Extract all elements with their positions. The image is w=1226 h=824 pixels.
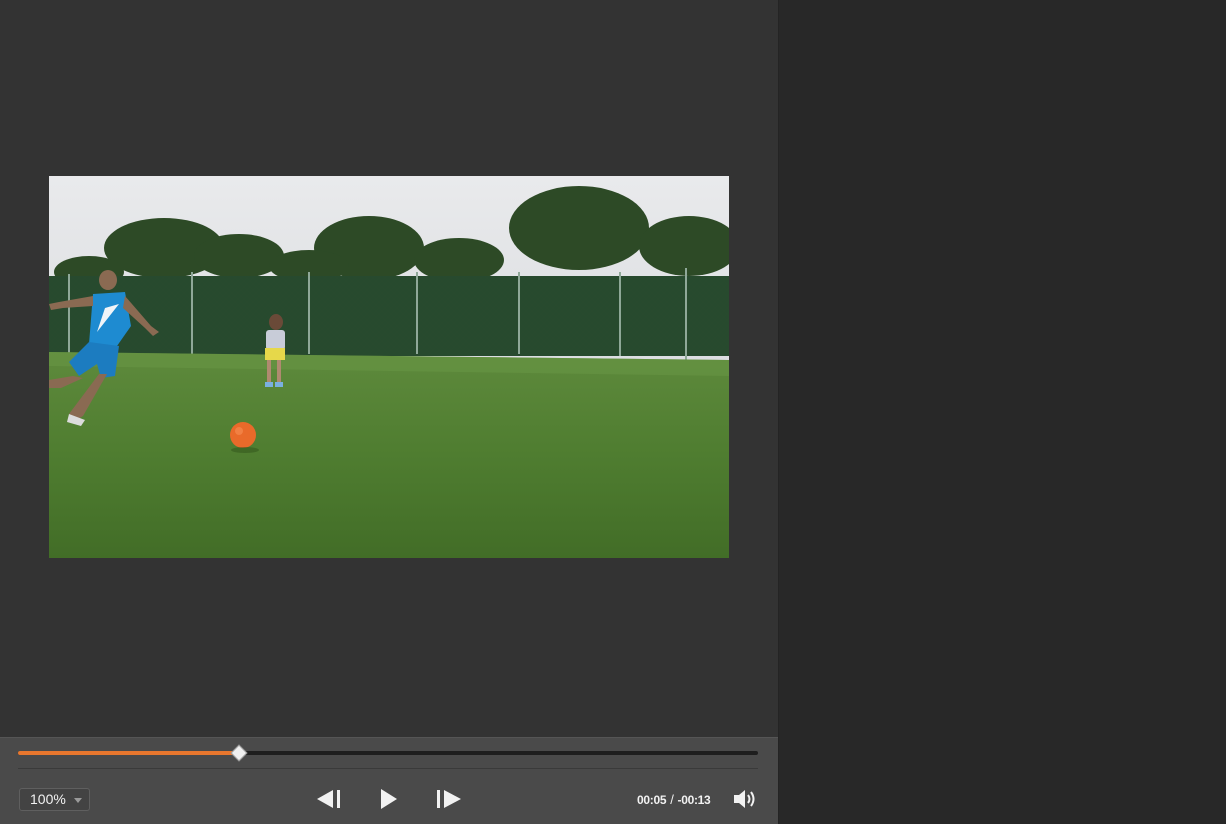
chevron-down-icon [74, 798, 82, 803]
volume-button[interactable] [732, 788, 760, 814]
play-button[interactable] [378, 786, 400, 812]
progress-scrubber[interactable] [18, 744, 758, 762]
time-elapsed: 00:05 [637, 793, 667, 807]
video-frame[interactable] [49, 176, 729, 558]
scrubber-thumb[interactable] [230, 744, 248, 762]
app-window: 100% 00:05/-00:13 [0, 0, 1226, 824]
time-remaining: -00:13 [677, 793, 711, 807]
step-forward-icon [437, 790, 461, 808]
scrubber-progress-fill [18, 751, 239, 755]
controls-divider [18, 768, 758, 769]
next-frame-button[interactable] [435, 786, 463, 812]
time-separator: / [670, 792, 674, 807]
side-panel [778, 0, 1226, 824]
zoom-value: 100% [30, 791, 66, 807]
playback-controls: 100% 00:05/-00:13 [0, 737, 778, 824]
player-pane: 100% 00:05/-00:13 [0, 0, 778, 824]
step-back-icon [317, 790, 340, 808]
time-display: 00:05/-00:13 [637, 792, 711, 807]
play-icon [381, 789, 397, 809]
previous-frame-button[interactable] [316, 786, 344, 812]
volume-icon [734, 790, 755, 808]
zoom-select[interactable]: 100% [19, 788, 90, 811]
